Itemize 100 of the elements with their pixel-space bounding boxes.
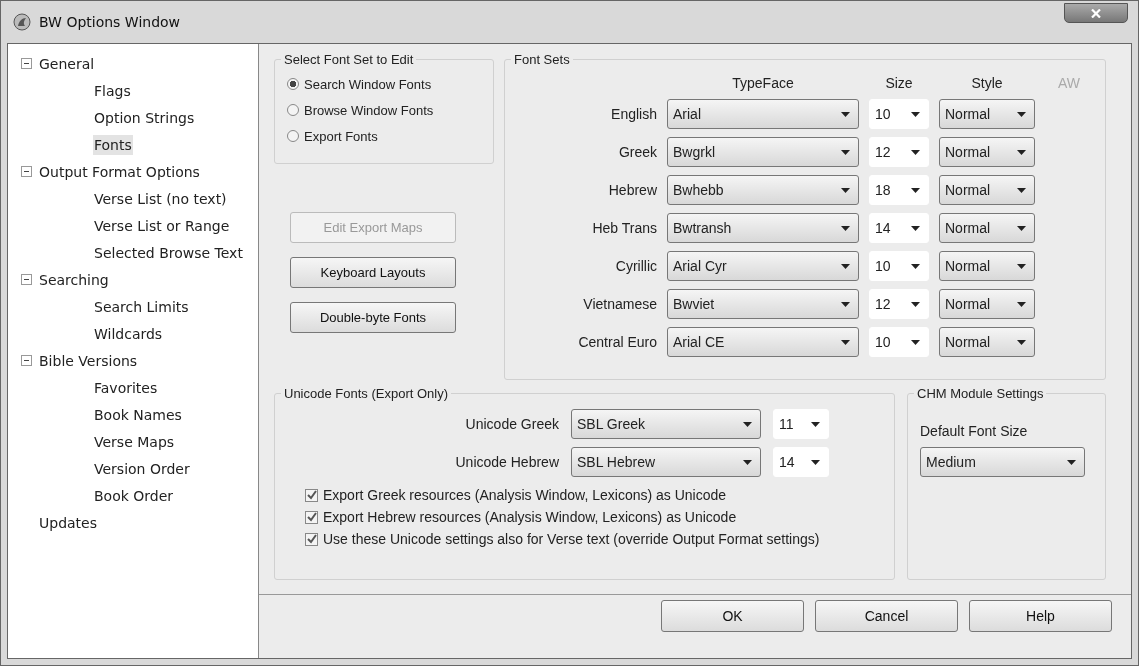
tree-item[interactable]: Book Names (93, 404, 183, 425)
typeface-dropdown[interactable]: SBL Hebrew (571, 447, 761, 477)
size-dropdown[interactable]: 14 (869, 213, 929, 243)
check-icon (306, 512, 317, 522)
close-icon (1091, 8, 1101, 18)
style-dropdown[interactable]: Normal (939, 137, 1035, 167)
style-dropdown[interactable]: Normal (939, 175, 1035, 205)
tree-item[interactable]: General (38, 53, 96, 74)
style-dropdown[interactable]: Normal (939, 251, 1035, 281)
caret-icon (811, 459, 820, 465)
caret-icon (911, 111, 920, 117)
column-header: TypeFace (731, 75, 795, 91)
row-label: Central Euro (577, 334, 657, 350)
caret-icon (841, 225, 850, 231)
dialog-button[interactable]: Cancel (815, 600, 958, 632)
tree-item[interactable]: Updates (38, 512, 98, 533)
dialog-button[interactable]: OK (661, 600, 804, 632)
collapse-icon[interactable] (21, 355, 32, 366)
typeface-dropdown[interactable]: Bwhebb (667, 175, 859, 205)
size-dropdown[interactable]: 12 (869, 289, 929, 319)
style-dropdown[interactable]: Normal (939, 327, 1035, 357)
close-button[interactable] (1064, 3, 1128, 23)
caret-icon (1017, 111, 1026, 117)
tree-item[interactable]: Book Order (93, 485, 175, 506)
caret-icon (1017, 263, 1026, 269)
checkbox[interactable] (305, 532, 318, 546)
row-label: Unicode Hebrew (454, 454, 559, 470)
checkbox[interactable] (305, 488, 318, 502)
caret-icon (1017, 225, 1026, 231)
tree-item[interactable]: Bible Versions (38, 350, 139, 371)
row-label: English (610, 106, 657, 122)
caret-icon (743, 421, 752, 427)
caret-icon (911, 301, 920, 307)
caret-icon (841, 111, 850, 117)
tree-item[interactable]: Fonts (93, 134, 133, 155)
tree-item[interactable]: Verse Maps (93, 431, 176, 452)
checkbox[interactable] (305, 510, 318, 524)
window-title: BW Options Window (39, 14, 181, 30)
tree-item[interactable]: Searching (38, 269, 110, 290)
action-button[interactable]: Double-byte Fonts (290, 302, 456, 333)
tree-item[interactable]: Option Strings (93, 107, 196, 128)
tree-item[interactable]: Flags (93, 80, 132, 101)
checkbox-label: Export Greek resources (Analysis Window, Lexicons) as Unicode (323, 487, 727, 503)
checkbox-label: Use these Unicode settings also for Verse text (override Output Format settings) (323, 531, 820, 547)
typeface-dropdown[interactable]: Bwviet (667, 289, 859, 319)
tree-item[interactable]: Wildcards (93, 323, 164, 344)
radio-label: Export Fonts (304, 128, 378, 144)
size-dropdown[interactable]: 14 (773, 447, 829, 477)
tree-item[interactable]: Verse List or Range (93, 215, 231, 236)
collapse-icon[interactable] (21, 58, 32, 69)
radio-label: Search Window Fonts (304, 76, 432, 92)
group-title: CHM Module Settings (916, 386, 1045, 401)
caret-icon (911, 187, 920, 193)
caret-icon (743, 459, 752, 465)
caret-icon (1017, 187, 1026, 193)
radio-button[interactable] (287, 130, 299, 142)
size-dropdown[interactable]: 10 (869, 99, 929, 129)
tree-item[interactable]: Verse List (no text) (93, 188, 228, 209)
row-label: Vietnamese (582, 296, 657, 312)
caret-icon (841, 263, 850, 269)
tree-item[interactable]: Output Format Options (38, 161, 201, 182)
radio-button[interactable] (287, 78, 299, 90)
caret-icon (1017, 301, 1026, 307)
style-dropdown[interactable]: Normal (939, 289, 1035, 319)
row-label: Hebrew (607, 182, 657, 198)
size-dropdown[interactable]: 10 (869, 327, 929, 357)
typeface-dropdown[interactable]: Bwgrkl (667, 137, 859, 167)
tree-item[interactable]: Version Order (93, 458, 191, 479)
collapse-icon[interactable] (21, 166, 32, 177)
caret-icon (1017, 149, 1026, 155)
tree-item[interactable]: Favorites (93, 377, 159, 398)
dialog-button[interactable]: Help (969, 600, 1112, 632)
size-dropdown[interactable]: 10 (869, 251, 929, 281)
caret-icon (811, 421, 820, 427)
style-dropdown[interactable]: Normal (939, 213, 1035, 243)
size-dropdown[interactable]: 12 (869, 137, 929, 167)
tree-item[interactable]: Search Limits (93, 296, 190, 317)
caret-icon (911, 339, 920, 345)
column-header: Style (970, 75, 1004, 91)
typeface-dropdown[interactable]: Bwtransh (667, 213, 859, 243)
typeface-dropdown[interactable]: SBL Greek (571, 409, 761, 439)
collapse-icon[interactable] (21, 274, 32, 285)
size-dropdown[interactable]: 11 (773, 409, 829, 439)
caret-icon (841, 187, 850, 193)
group-title: Select Font Set to Edit (283, 52, 415, 67)
row-label: Heb Trans (591, 220, 657, 236)
size-dropdown[interactable]: 18 (869, 175, 929, 205)
font-size-dropdown[interactable]: Medium (920, 447, 1085, 477)
typeface-dropdown[interactable]: Arial (667, 99, 859, 129)
style-dropdown[interactable]: Normal (939, 99, 1035, 129)
caret-icon (1017, 339, 1026, 345)
caret-icon (911, 263, 920, 269)
radio-button[interactable] (287, 104, 299, 116)
tree-item[interactable]: Selected Browse Text (93, 242, 244, 263)
typeface-dropdown[interactable]: Arial CE (667, 327, 859, 357)
typeface-dropdown[interactable]: Arial Cyr (667, 251, 859, 281)
caret-icon (841, 149, 850, 155)
action-button[interactable]: Keyboard Layouts (290, 257, 456, 288)
row-label: Greek (617, 144, 657, 160)
column-header: Size (884, 75, 914, 91)
